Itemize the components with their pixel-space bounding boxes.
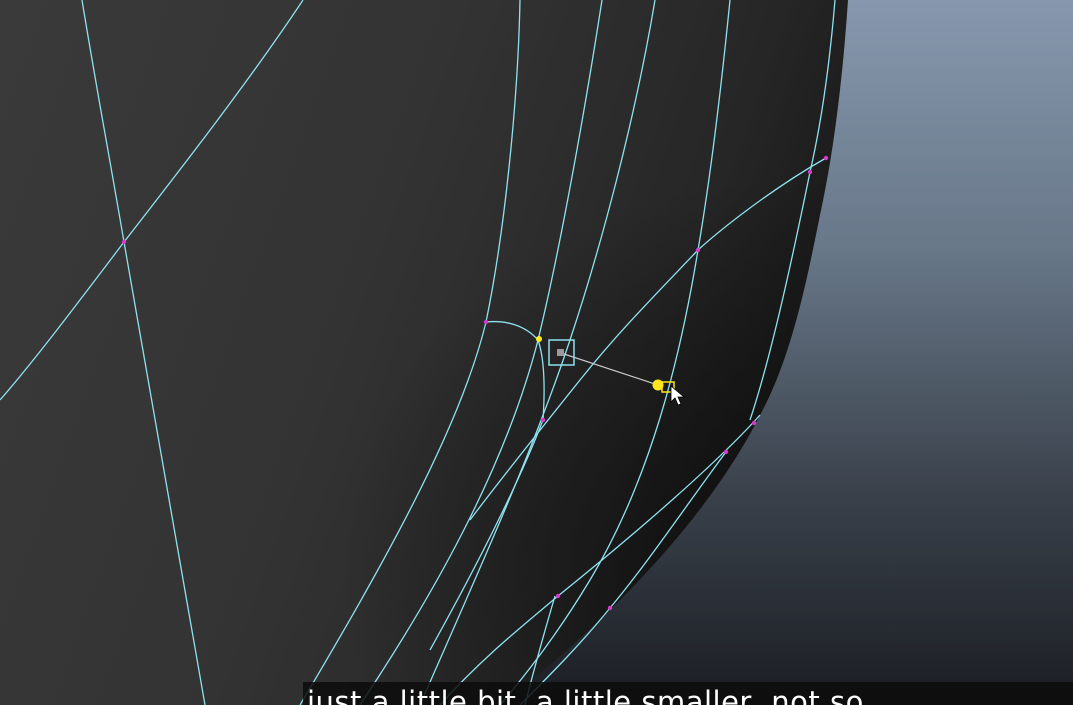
vertex-point[interactable]: [483, 319, 489, 325]
vertex-point[interactable]: [823, 155, 829, 161]
3d-viewport[interactable]: just a little bit, a little smaller, not…: [0, 0, 1073, 705]
vertex-point[interactable]: [121, 239, 127, 245]
viewport-scene[interactable]: [0, 0, 1073, 705]
vertex-point[interactable]: [807, 169, 813, 175]
vertex-point[interactable]: [723, 449, 729, 455]
vertex-point[interactable]: [555, 593, 561, 599]
subtitle-text: just a little bit, a little smaller, not…: [307, 685, 864, 705]
vertex-point[interactable]: [751, 420, 757, 426]
vertex-point[interactable]: [607, 605, 613, 611]
selected-vertex[interactable]: [536, 336, 542, 342]
pivot-center[interactable]: [557, 349, 564, 356]
vertex-point[interactable]: [695, 247, 701, 253]
subtitle-bar: just a little bit, a little smaller, not…: [303, 682, 1073, 705]
vertex-point[interactable]: [540, 417, 546, 423]
